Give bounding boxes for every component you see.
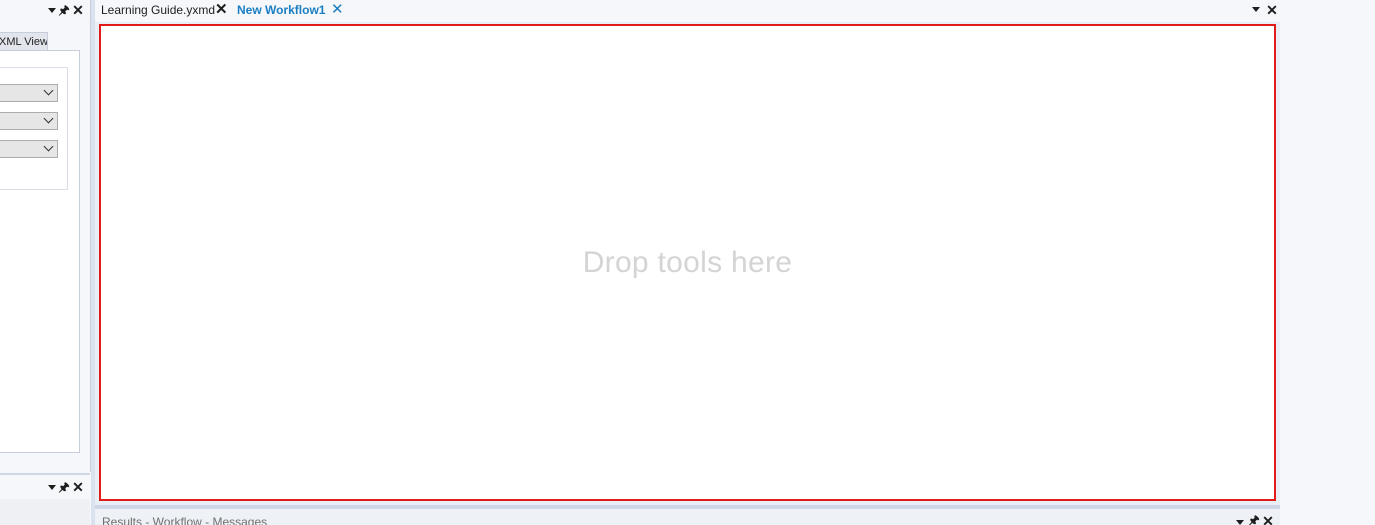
bottom-left-panel-body — [0, 499, 90, 525]
results-menu-chevron-down-icon[interactable] — [1234, 515, 1246, 525]
chevron-down-icon — [43, 113, 54, 124]
close-icon[interactable]: ✕ — [72, 480, 84, 494]
configuration-combo-1[interactable] — [0, 84, 58, 102]
close-icon[interactable]: ✕ — [331, 0, 344, 20]
configuration-panel-header: 🖈︎ ✕ — [0, 0, 90, 22]
configuration-group-box — [0, 67, 68, 190]
close-icon[interactable]: ✕ — [1266, 3, 1278, 17]
tab-xml-view[interactable]: XML View — [0, 32, 48, 50]
configuration-combo-3[interactable] — [0, 140, 58, 158]
panel-menu-chevron-down-icon[interactable] — [46, 3, 58, 17]
close-icon[interactable]: ✕ — [72, 3, 84, 17]
panel-menu-chevron-down-icon[interactable] — [46, 480, 58, 494]
results-pane-header — [95, 509, 1280, 525]
canvas-placeholder: Drop tools here — [582, 246, 793, 279]
tab-learning-guide[interactable]: Learning Guide.yxmd ✕ — [101, 0, 231, 21]
workflow-canvas[interactable]: Drop tools here — [99, 24, 1276, 501]
close-icon[interactable]: ✕ — [215, 0, 228, 20]
tab-label: New Workflow1 — [237, 3, 326, 17]
document-list-chevron-down-icon[interactable] — [1250, 2, 1262, 16]
configuration-combo-2[interactable] — [0, 112, 58, 130]
pin-icon[interactable]: 🖈︎ — [58, 480, 70, 494]
pin-icon[interactable]: 🖈︎ — [1248, 513, 1260, 525]
tab-label: Learning Guide.yxmd — [101, 3, 216, 17]
configuration-panel: 🖈︎ ✕ XML View — [0, 0, 91, 472]
pin-icon[interactable]: 🖈︎ — [58, 3, 70, 17]
tab-new-workflow[interactable]: New Workflow1 ✕ — [237, 0, 347, 21]
results-pane-title: Results - Workflow - Messages — [102, 515, 268, 525]
chevron-down-icon — [43, 85, 54, 96]
bottom-left-panel-header: 🖈︎ ✕ — [0, 473, 90, 501]
chevron-down-icon — [43, 141, 54, 152]
close-icon[interactable]: ✕ — [1262, 514, 1274, 525]
